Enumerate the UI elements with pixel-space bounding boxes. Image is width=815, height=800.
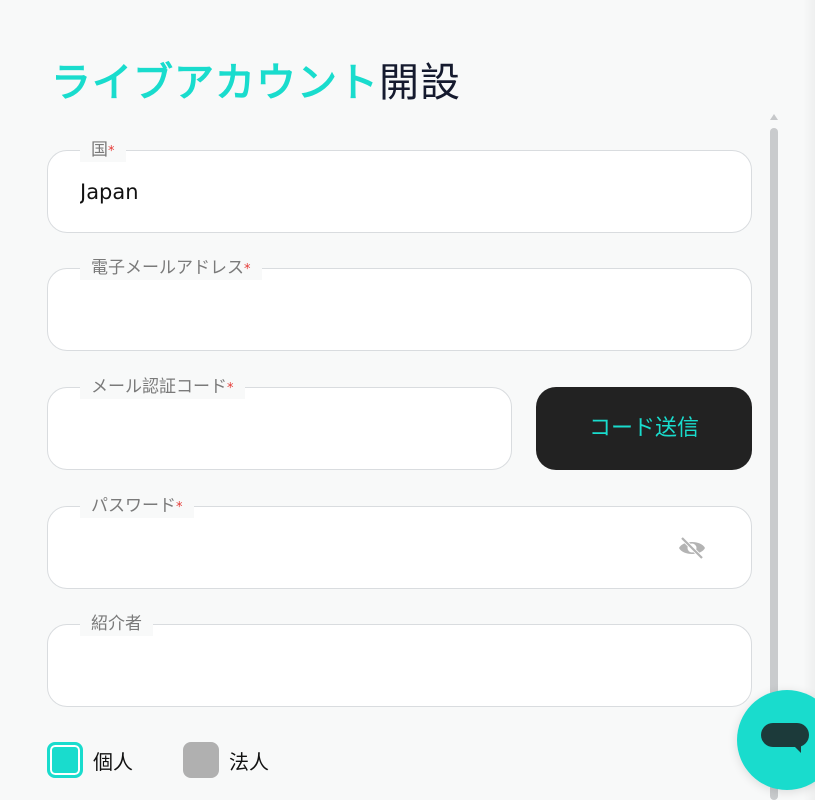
- password-input[interactable]: [80, 531, 640, 565]
- required-mark: *: [108, 144, 115, 159]
- required-mark: *: [176, 500, 183, 515]
- verification-code-label: メール認証コード*: [80, 375, 245, 401]
- chat-bubble-icon: [761, 723, 811, 759]
- scroll-up-arrow[interactable]: [770, 114, 778, 120]
- account-type-group: 個人 法人: [47, 742, 319, 778]
- email-label: 電子メールアドレス*: [80, 256, 262, 282]
- eye-slash-icon[interactable]: [677, 535, 707, 561]
- send-code-button[interactable]: コード送信: [536, 387, 752, 470]
- page-title-accent: ライブアカウント: [51, 60, 379, 106]
- email-input[interactable]: [80, 293, 680, 327]
- referrer-field[interactable]: 紹介者: [47, 612, 752, 707]
- chat-button[interactable]: [737, 690, 815, 790]
- required-mark: *: [244, 262, 251, 277]
- password-label: パスワード*: [80, 494, 194, 520]
- account-type-corporate[interactable]: 法人: [183, 742, 269, 778]
- verification-code-input[interactable]: [80, 412, 480, 446]
- corporate-label: 法人: [229, 749, 269, 774]
- card-edge: [803, 0, 815, 800]
- country-label: 国*: [80, 138, 126, 164]
- referrer-input[interactable]: [80, 649, 680, 683]
- verification-code-field[interactable]: メール認証コード*: [47, 375, 512, 470]
- account-type-individual[interactable]: 個人: [47, 742, 133, 778]
- email-field[interactable]: 電子メールアドレス*: [47, 256, 752, 351]
- checkbox-unchecked[interactable]: [183, 742, 219, 778]
- checkbox-checked[interactable]: [47, 742, 83, 778]
- country-field[interactable]: 国*: [47, 138, 752, 233]
- password-field[interactable]: パスワード*: [47, 494, 752, 589]
- individual-label: 個人: [93, 749, 133, 774]
- referrer-label: 紹介者: [80, 612, 153, 638]
- required-mark: *: [227, 381, 234, 396]
- page-title: ライブアカウント開設: [51, 58, 461, 108]
- page-title-rest: 開設: [379, 60, 461, 106]
- country-input[interactable]: [80, 175, 680, 209]
